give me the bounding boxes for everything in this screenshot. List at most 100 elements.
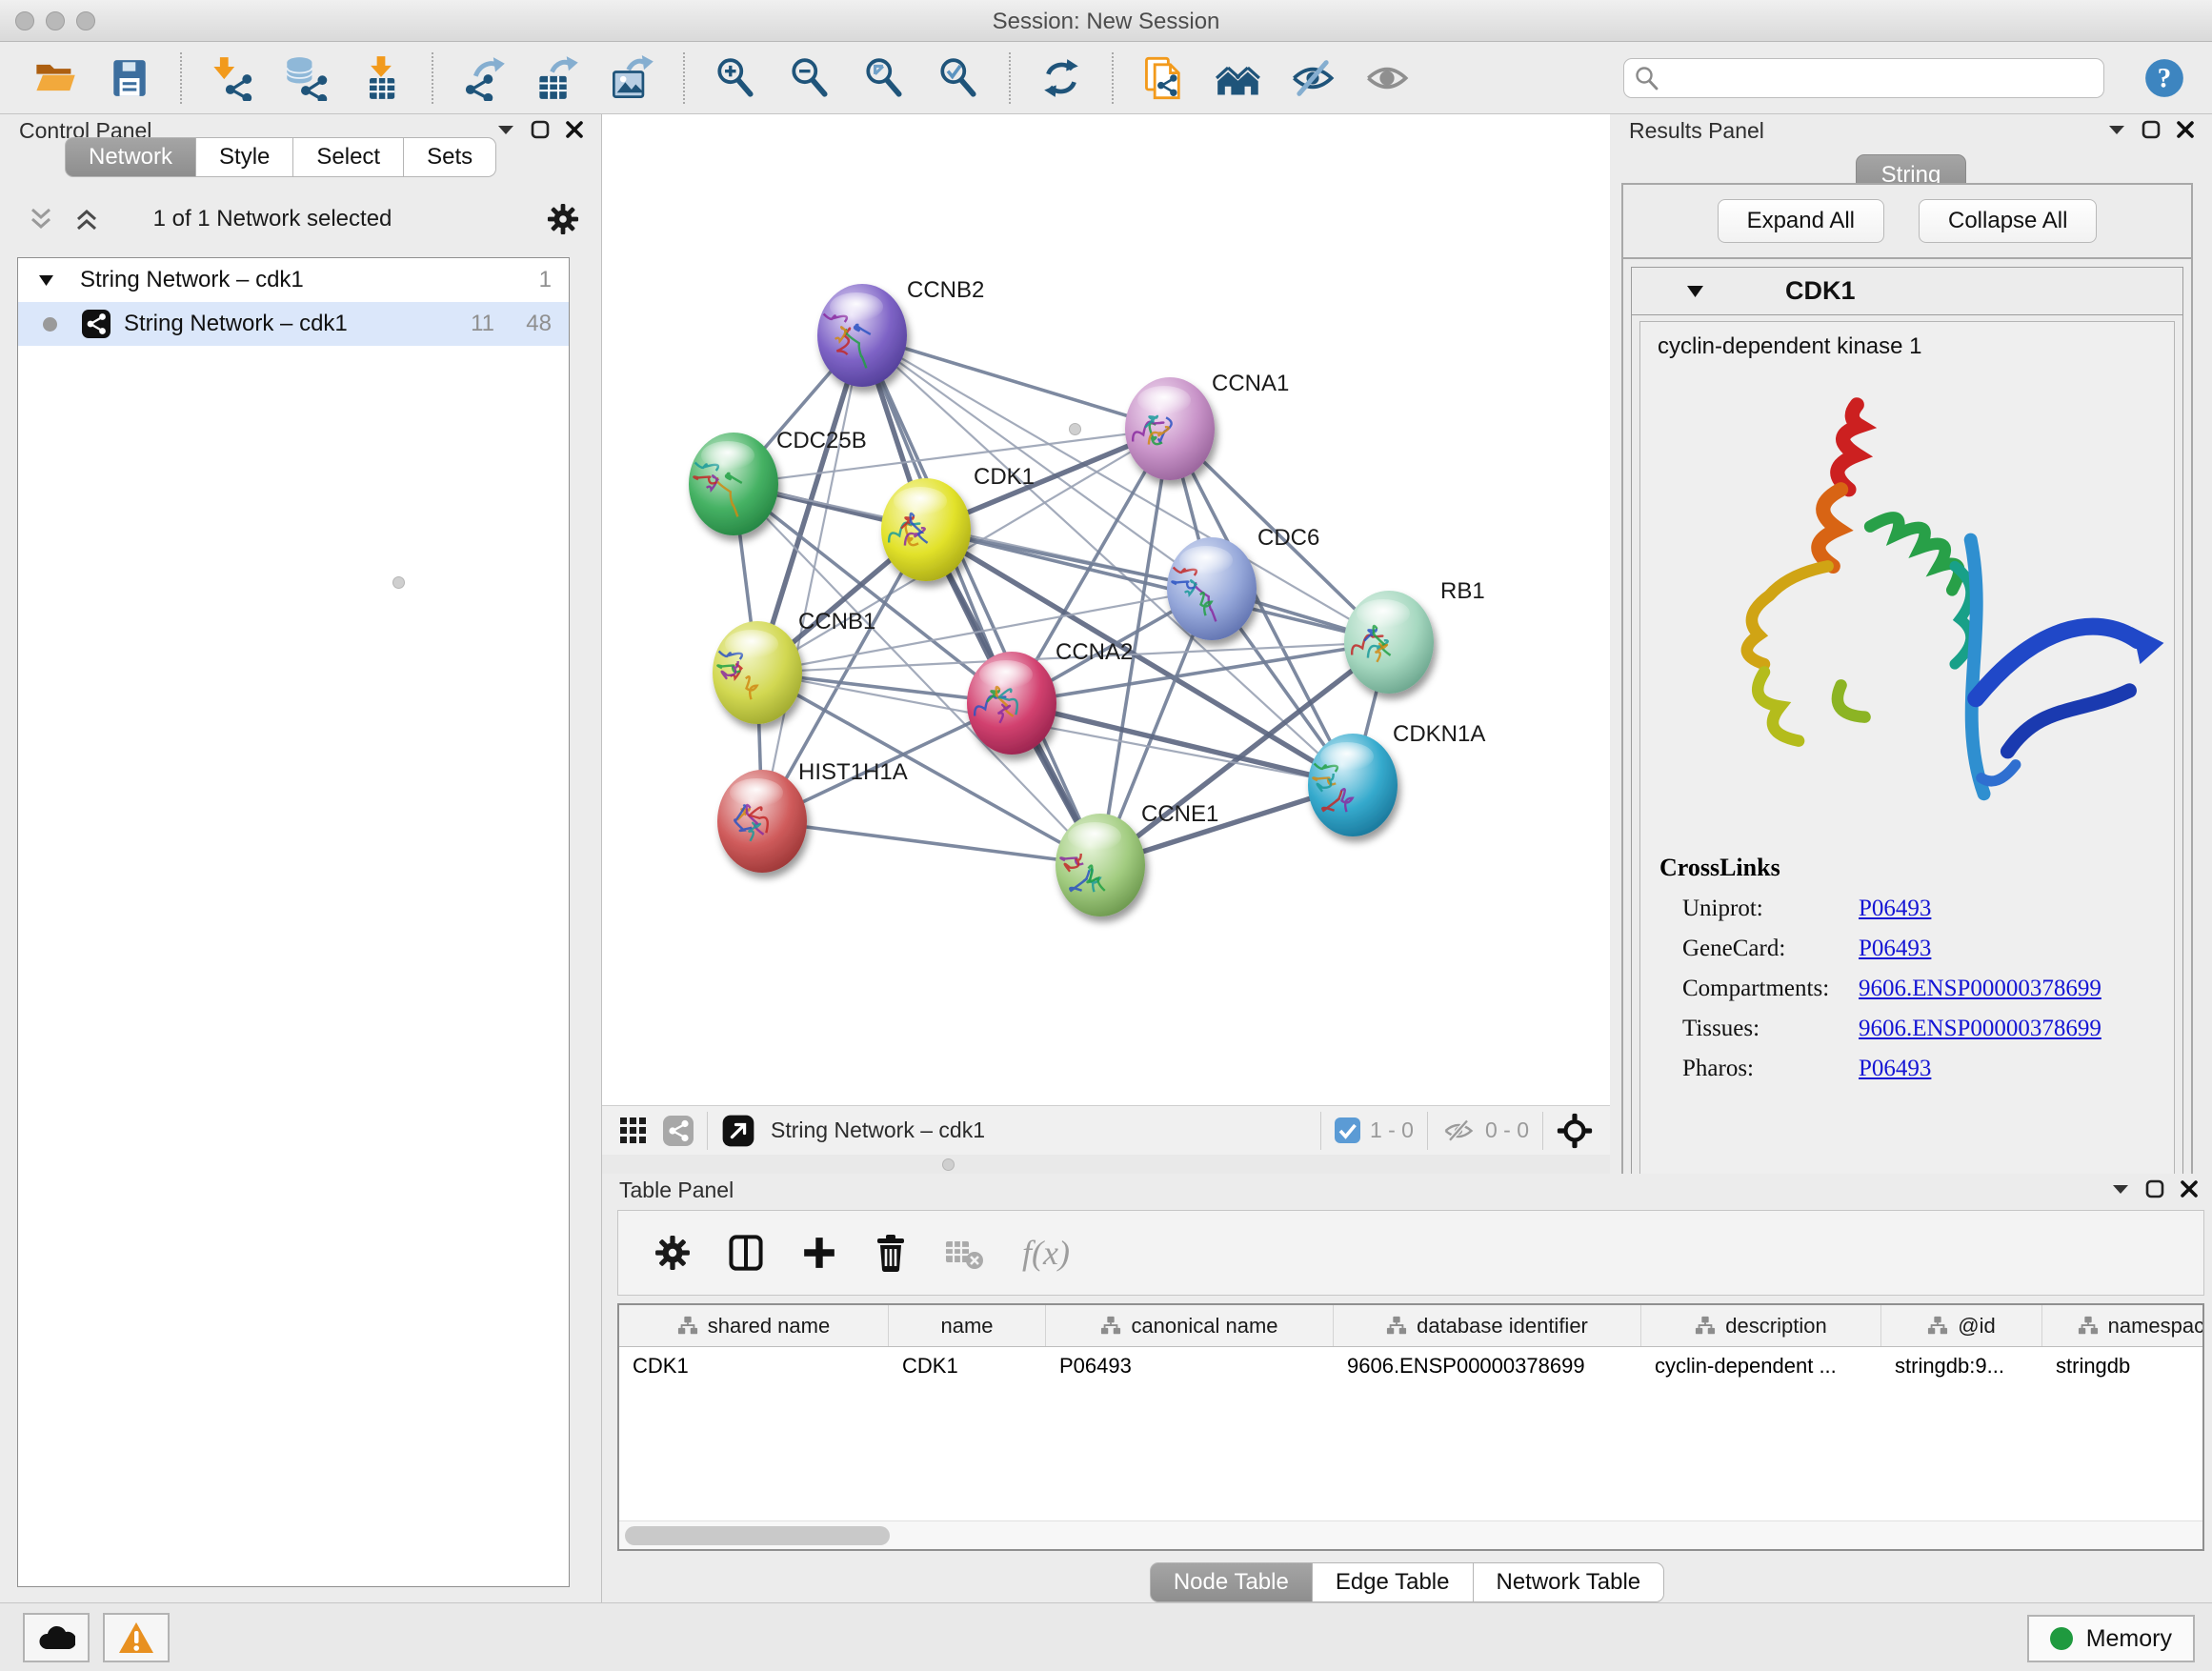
column-header-3[interactable]: database identifier xyxy=(1334,1305,1641,1346)
collapse-all-button[interactable]: Collapse All xyxy=(1919,199,2097,243)
share-view-icon[interactable] xyxy=(663,1116,694,1146)
graph-node-CDK1[interactable] xyxy=(881,478,971,581)
table-settings-button[interactable] xyxy=(654,1235,691,1271)
close-panel-icon[interactable] xyxy=(565,120,584,139)
table-row[interactable]: CDK1CDK1P064939606.ENSP00000378699cyclin… xyxy=(619,1347,2202,1387)
delete-column-button[interactable] xyxy=(874,1234,908,1272)
hidden-eye-icon[interactable] xyxy=(1441,1117,1476,1145)
export-network-button[interactable] xyxy=(457,48,511,109)
table-cell[interactable]: stringdb xyxy=(2042,1347,2204,1387)
column-header-2[interactable]: canonical name xyxy=(1046,1305,1334,1346)
open-in-window-icon[interactable] xyxy=(721,1114,755,1148)
zoom-fit-button[interactable] xyxy=(857,48,911,109)
protein-card-header[interactable]: CDK1 xyxy=(1632,268,2182,315)
float-panel-icon[interactable] xyxy=(2142,120,2161,139)
table-cell[interactable]: 9606.ENSP00000378699 xyxy=(1334,1347,1641,1387)
network-collection-row[interactable]: String Network – cdk1 1 xyxy=(18,258,569,302)
network-canvas[interactable]: CCNB2CCNA1CDC25BCDK1CDC6RB1CCNB1CCNA2CDK… xyxy=(602,114,1610,1105)
show-columns-button[interactable] xyxy=(727,1234,765,1272)
zoom-selected-button[interactable] xyxy=(932,48,985,109)
table-cell[interactable]: cyclin-dependent ... xyxy=(1641,1347,1881,1387)
graph-node-CCNE1[interactable] xyxy=(1056,814,1145,916)
splitter-handle[interactable] xyxy=(1069,423,1081,435)
first-neighbors-button[interactable] xyxy=(1212,48,1265,109)
tree-expand-icon[interactable] xyxy=(39,275,53,286)
node-table[interactable]: shared name name canonical name database id… xyxy=(617,1303,2204,1551)
graph-node-CDKN1A[interactable] xyxy=(1308,734,1398,836)
selected-checkbox-icon[interactable] xyxy=(1335,1117,1360,1143)
import-network-file-button[interactable] xyxy=(206,48,259,109)
export-table-button[interactable] xyxy=(532,48,585,109)
toolbar-separator xyxy=(683,52,685,104)
help-button[interactable]: ? xyxy=(2138,48,2191,109)
tab-node-table[interactable]: Node Table xyxy=(1150,1562,1313,1602)
scrollbar-thumb[interactable] xyxy=(625,1526,890,1545)
table-cell[interactable]: CDK1 xyxy=(619,1347,889,1387)
horizontal-scrollbar[interactable] xyxy=(619,1520,2202,1549)
table-cell[interactable]: P06493 xyxy=(1046,1347,1334,1387)
float-panel-icon[interactable] xyxy=(531,120,550,139)
tab-select[interactable]: Select xyxy=(293,137,404,177)
tab-edge-table[interactable]: Edge Table xyxy=(1313,1562,1474,1602)
column-header-0[interactable]: shared name xyxy=(619,1305,889,1346)
warnings-button[interactable] xyxy=(103,1613,170,1662)
expand-all-button[interactable]: Expand All xyxy=(1718,199,1884,243)
graph-node-CDC25B[interactable] xyxy=(689,433,778,535)
close-panel-icon[interactable] xyxy=(2180,1179,2199,1198)
table-cell[interactable]: CDK1 xyxy=(889,1347,1046,1387)
birds-eye-icon[interactable] xyxy=(1557,1113,1593,1149)
column-header-6[interactable]: namespace xyxy=(2042,1305,2204,1346)
tab-sets[interactable]: Sets xyxy=(404,137,496,177)
column-header-label: database identifier xyxy=(1417,1314,1588,1339)
graph-node-CCNA2[interactable] xyxy=(967,652,1056,755)
panel-menu-icon[interactable] xyxy=(496,123,515,136)
network-options-gear-icon[interactable] xyxy=(547,203,579,235)
create-column-button[interactable] xyxy=(801,1235,837,1271)
graph-node-CCNA1[interactable] xyxy=(1125,377,1215,480)
graph-node-CDC6[interactable] xyxy=(1167,537,1257,640)
crosslink-genecard-link[interactable]: P06493 xyxy=(1859,936,1931,962)
show-all-button[interactable] xyxy=(1360,48,1414,109)
graph-node-CCNB1[interactable] xyxy=(713,621,802,724)
tab-network[interactable]: Network xyxy=(65,137,196,177)
open-session-button[interactable] xyxy=(29,48,82,109)
import-table-file-button[interactable] xyxy=(354,48,408,109)
column-header-4[interactable]: description xyxy=(1641,1305,1881,1346)
memory-button[interactable]: Memory xyxy=(2027,1615,2195,1662)
graph-node-CCNB2[interactable] xyxy=(817,284,907,387)
graph-node-HIST1H1A[interactable] xyxy=(717,770,807,873)
zoom-in-button[interactable] xyxy=(709,48,762,109)
hide-selected-button[interactable] xyxy=(1286,48,1339,109)
tab-style[interactable]: Style xyxy=(196,137,293,177)
search-input[interactable] xyxy=(1660,66,2094,91)
export-image-button[interactable] xyxy=(606,48,659,109)
save-session-button[interactable] xyxy=(103,48,156,109)
crosslink-uniprot-link[interactable]: P06493 xyxy=(1859,896,1931,922)
splitter-handle[interactable] xyxy=(392,576,405,589)
panel-menu-icon[interactable] xyxy=(2107,123,2126,136)
table-cell[interactable]: stringdb:9... xyxy=(1881,1347,2042,1387)
network-view[interactable]: CCNB2CCNA1CDC25BCDK1CDC6RB1CCNB1CCNA2CDK… xyxy=(602,114,1610,1155)
column-header-1[interactable]: name xyxy=(889,1305,1046,1346)
panel-menu-icon[interactable] xyxy=(2111,1182,2130,1196)
zoom-out-button[interactable] xyxy=(783,48,836,109)
duplicate-network-icon xyxy=(1141,55,1187,101)
new-network-from-selection-button[interactable] xyxy=(1137,48,1191,109)
refresh-layout-button[interactable] xyxy=(1035,48,1088,109)
import-network-database-button[interactable] xyxy=(280,48,333,109)
tab-network-table[interactable]: Network Table xyxy=(1474,1562,1665,1602)
collapse-section-icon[interactable] xyxy=(1687,286,1703,297)
column-header-5[interactable]: @id xyxy=(1881,1305,2042,1346)
crosslink-pharos-link[interactable]: P06493 xyxy=(1859,1056,1931,1082)
grid-view-icon[interactable] xyxy=(619,1117,648,1145)
crosslink-compartments-link[interactable]: 9606.ENSP00000378699 xyxy=(1859,976,2101,1002)
close-panel-icon[interactable] xyxy=(2176,120,2195,139)
search-box[interactable] xyxy=(1623,58,2104,98)
float-panel-icon[interactable] xyxy=(2145,1179,2164,1198)
network-row-selected[interactable]: String Network – cdk1 11 48 xyxy=(18,302,569,346)
cloud-status-button[interactable] xyxy=(23,1613,90,1662)
graph-node-RB1[interactable] xyxy=(1344,591,1434,694)
splitter-handle[interactable] xyxy=(942,1158,955,1171)
column-header-label: name xyxy=(940,1314,993,1339)
crosslink-tissues-link[interactable]: 9606.ENSP00000378699 xyxy=(1859,1016,2101,1042)
